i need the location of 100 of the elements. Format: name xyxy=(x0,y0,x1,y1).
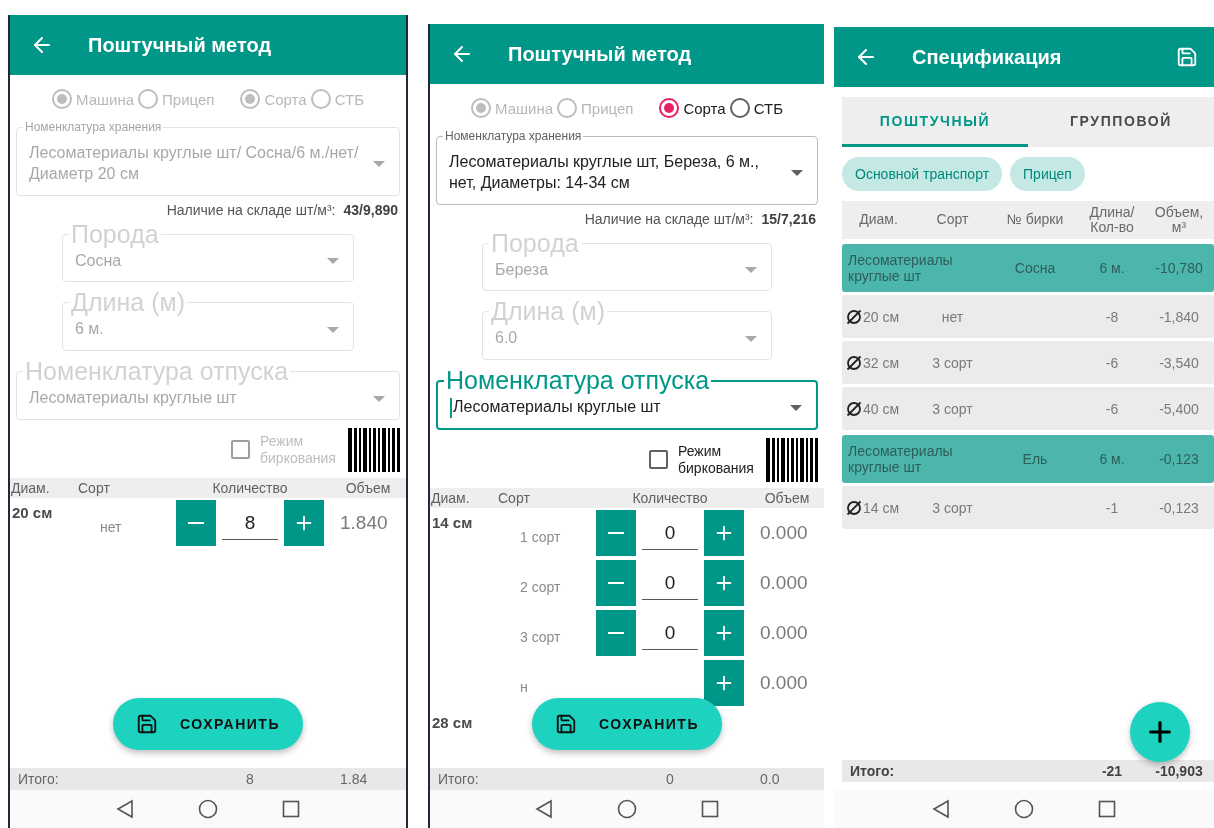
column-header: Диам. xyxy=(10,480,51,496)
grade-label: 1 сорт xyxy=(519,528,562,545)
table-cell-text: -1 xyxy=(1104,499,1120,516)
minus-icon xyxy=(608,582,624,584)
stock-value: 15/7,216 xyxy=(761,210,816,227)
table-cell-text: Сосна xyxy=(1013,260,1057,276)
tab[interactable]: ПОШТУЧНЫЙ xyxy=(842,97,1028,147)
back-nav-icon[interactable] xyxy=(535,799,553,819)
barcode-icon[interactable] xyxy=(348,428,402,472)
stock-label: Наличие на складе шт/м³: xyxy=(166,201,336,218)
item-row[interactable]: 32 см 3 сорт -6 -3,540 xyxy=(842,341,1214,384)
table-cell: 20 см xyxy=(863,308,900,325)
item-row[interactable]: 40 см 3 сорт -6 -5,400 xyxy=(842,387,1214,430)
dropdown-caret-icon xyxy=(790,404,802,411)
filter-chip[interactable]: Прицеп xyxy=(1010,157,1085,191)
diameter-label: 28 см xyxy=(431,713,474,731)
recents-nav-icon[interactable] xyxy=(1098,800,1116,818)
column-header: Объем xyxy=(763,490,811,506)
increment-button[interactable] xyxy=(704,660,744,706)
home-nav-icon[interactable] xyxy=(1014,799,1034,819)
group-row[interactable]: Лесоматериалы круглые шт Сосна 6 м. -10,780 xyxy=(842,244,1214,292)
save-icon xyxy=(136,713,158,735)
volume-value: 0.000 xyxy=(759,622,809,644)
back-nav-icon[interactable] xyxy=(116,799,134,819)
dropdown-caret-icon xyxy=(745,335,757,342)
column-header: Количество xyxy=(211,480,289,496)
column-header: № бирки xyxy=(1005,212,1065,228)
minus-icon xyxy=(188,522,204,524)
dropdown-caret-icon xyxy=(327,258,339,264)
table-cell-text: 3 сорт xyxy=(931,499,974,516)
diameter-label: 20 см xyxy=(11,503,54,521)
table-cell: 14 см xyxy=(863,499,900,516)
total-volume: 0.0 xyxy=(759,771,781,787)
release-dropdown[interactable]: Номенклатура отпуска Лесоматериалы круглые шт xyxy=(436,368,818,430)
table-cell: 32 см xyxy=(863,354,900,371)
volume-value: 0.000 xyxy=(759,522,809,544)
table-cell-text: -6 xyxy=(1104,400,1120,417)
save-icon[interactable] xyxy=(1176,46,1198,68)
increment-button[interactable] xyxy=(704,610,744,656)
table-cell-text: 3 сорт xyxy=(931,400,974,417)
table-cell-text: -1,840 xyxy=(1158,308,1200,325)
screen-title: Спецификация xyxy=(912,45,1062,69)
quantity-field[interactable]: 0 xyxy=(642,516,698,550)
product-name: Лесоматериалы круглые шт xyxy=(847,442,954,476)
barcode-icon[interactable] xyxy=(766,438,820,482)
table-cell-text: -5,400 xyxy=(1158,400,1200,417)
increment-button[interactable] xyxy=(704,560,744,606)
quantity-field[interactable]: 8 xyxy=(222,506,278,540)
volume-value: 0.000 xyxy=(759,672,809,694)
filter-chip[interactable]: Основной транспорт xyxy=(842,157,1003,191)
product-name: Лесоматериалы круглые шт xyxy=(847,251,954,285)
radio-option[interactable]: Сорта xyxy=(659,98,726,118)
table-cell-text: -6 xyxy=(1104,354,1120,371)
diameter-icon xyxy=(846,499,862,516)
table-cell-text: Ель xyxy=(1021,451,1049,467)
group-row[interactable]: Лесоматериалы круглые шт Ель 6 м. -0,123 xyxy=(842,435,1214,483)
increment-button[interactable] xyxy=(704,510,744,556)
table-cell-text: -8 xyxy=(1104,308,1120,325)
increment-button[interactable] xyxy=(284,500,324,546)
column-header: Объем xyxy=(344,480,392,496)
save-button[interactable]: СОХРАНИТЬ xyxy=(532,698,722,750)
column-header: Сорт xyxy=(77,480,111,496)
tab[interactable]: ГРУППОВОЙ xyxy=(1028,97,1214,147)
total-volume: 1.84 xyxy=(339,771,369,787)
column-header: Объем, м³ xyxy=(1153,204,1205,236)
dropdown-caret-icon xyxy=(791,169,803,176)
column-header: Сорт xyxy=(497,490,531,506)
total-quantity: 0 xyxy=(665,771,675,787)
table-cell-text: 3 сорт xyxy=(931,354,974,371)
item-row[interactable]: 14 см 3 сорт -1 -0,123 xyxy=(842,486,1214,529)
grade-label: 3 сорт xyxy=(519,628,562,645)
table-cell-text: -0,123 xyxy=(1158,499,1200,516)
quantity-field[interactable]: 0 xyxy=(642,616,698,650)
home-nav-icon[interactable] xyxy=(617,799,637,819)
column-header: Диам. xyxy=(858,212,899,228)
add-button[interactable] xyxy=(1130,702,1190,762)
save-button[interactable]: СОХРАНИТЬ xyxy=(113,698,303,750)
table-cell-text: 6 м. xyxy=(1098,260,1126,276)
storage-dropdown[interactable]: Номенклатура хранения Лесоматериалы круглые шт, Береза, 6 м., нет, Диаметры: 14-34 см xyxy=(436,130,818,205)
diameter-icon xyxy=(846,308,862,325)
recents-nav-icon[interactable] xyxy=(282,800,300,818)
column-header: Сорт xyxy=(935,212,970,228)
table-cell-text: нет xyxy=(940,308,965,325)
table-cell-text: -3,540 xyxy=(1158,354,1200,371)
recents-nav-icon[interactable] xyxy=(701,800,719,818)
grade-label: н xyxy=(519,678,529,695)
back-nav-icon[interactable] xyxy=(932,799,950,819)
stock-label: Наличие на складе шт/м³: xyxy=(584,210,754,227)
quantity-field[interactable]: 0 xyxy=(642,566,698,600)
table-cell-text: 6 м. xyxy=(1098,451,1126,467)
total-quantity: -21 xyxy=(1100,763,1124,779)
dropdown-caret-icon xyxy=(745,267,757,273)
radio-option[interactable]: СТБ xyxy=(729,98,783,118)
home-nav-icon[interactable] xyxy=(198,799,218,819)
save-icon xyxy=(555,713,577,735)
table-cell-text: -10,780 xyxy=(1154,260,1204,276)
stock-value: 43/9,890 xyxy=(343,201,398,218)
tagging-checkbox[interactable]: Режим биркования xyxy=(649,443,758,477)
item-row[interactable]: 20 см нет -8 -1,840 xyxy=(842,295,1214,338)
minus-icon xyxy=(608,532,624,534)
